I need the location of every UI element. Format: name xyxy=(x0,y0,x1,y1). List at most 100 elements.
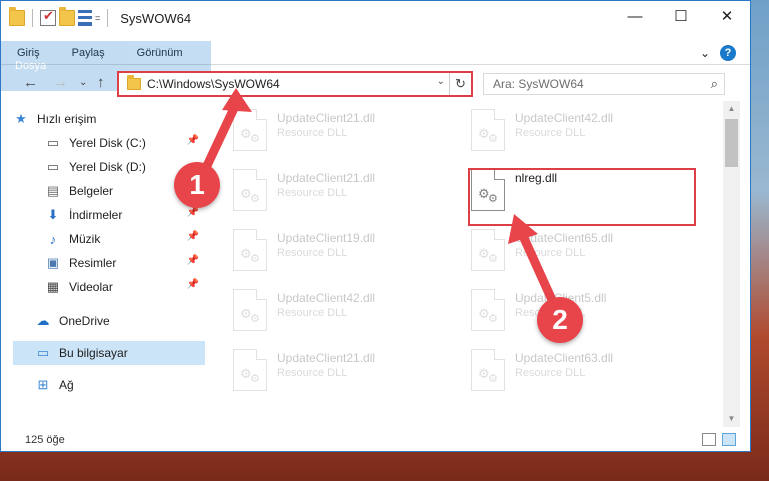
highlight-box-file xyxy=(468,168,696,226)
pin-icon[interactable]: 📌 xyxy=(187,135,199,146)
forward-button[interactable]: → xyxy=(53,74,68,91)
file-name: UpdateClient65.dll xyxy=(515,231,614,245)
pin-icon[interactable]: 📌 xyxy=(187,255,199,266)
list-item[interactable]: ⚙ ⚙ UpdateClient42.dll Resource DLL xyxy=(471,107,681,157)
new-folder-icon[interactable] xyxy=(59,7,75,26)
help-icon[interactable]: ? xyxy=(720,44,736,61)
file-name: UpdateClient19.dll xyxy=(277,231,376,245)
cloud-icon: ☁ xyxy=(36,313,50,328)
dll-file-icon: ⚙ ⚙ xyxy=(233,289,267,331)
status-bar: 125 öğe xyxy=(1,429,750,451)
sidebar-item-label: Videolar xyxy=(69,280,113,294)
file-name: UpdateClient21.dll xyxy=(277,351,376,365)
network-icon: ⊞ xyxy=(37,377,49,392)
file-name: UpdateClient42.dll xyxy=(277,291,376,305)
sidebar-item-label: Yerel Disk (C:) xyxy=(69,136,146,150)
sidebar-item-quick-access[interactable]: ★ Hızlı erişim xyxy=(13,107,217,131)
window-controls: — ☐ ✕ xyxy=(612,1,750,31)
computer-icon: ▭ xyxy=(36,345,50,360)
search-placeholder: Ara: SysWOW64 xyxy=(493,77,584,91)
sidebar-item-local-disk-c[interactable]: ▭ Yerel Disk (C:) 📌 xyxy=(1,131,205,155)
sidebar-item-this-pc[interactable]: ▭ Bu bilgisayar xyxy=(13,341,205,365)
list-item[interactable]: ⚙ ⚙ UpdateClient65.dll Resource DLL xyxy=(471,227,681,277)
pin-icon[interactable]: 📌 xyxy=(187,231,199,242)
folder-icon[interactable] xyxy=(9,7,25,26)
back-button[interactable]: ← xyxy=(23,74,38,91)
sidebar-item-downloads[interactable]: ⬇ İndirmeler 📌 xyxy=(1,203,205,227)
search-icon: ⌕ xyxy=(710,76,718,91)
sidebar-item-label: OneDrive xyxy=(59,314,110,328)
minimize-button[interactable]: — xyxy=(612,1,658,31)
drive-icon: ▭ xyxy=(46,159,60,174)
sidebar-item-label: Hızlı erişim xyxy=(37,112,97,126)
sidebar-item-local-disk-d[interactable]: ▭ Yerel Disk (D:) xyxy=(1,155,205,179)
address-bar[interactable]: C:\Windows\SysWOW64 ⌄ ↻ xyxy=(117,71,473,97)
list-item[interactable]: ⚙ ⚙ UpdateClient42.dll Resource DLL xyxy=(233,287,443,337)
customize-icon[interactable] xyxy=(78,10,92,26)
dll-file-icon: ⚙ ⚙ xyxy=(471,229,505,271)
explorer-window: = SysWOW64 — ☐ ✕ Dosya Giriş Paylaş Görü… xyxy=(0,0,751,452)
large-icons-view-icon[interactable] xyxy=(722,433,736,446)
drive-icon: ▭ xyxy=(46,135,60,150)
sidebar-item-label: Bu bilgisayar xyxy=(59,346,128,360)
dll-file-icon: ⚙ ⚙ xyxy=(233,109,267,151)
file-type: Resource DLL xyxy=(277,247,348,259)
sidebar-item-label: Yerel Disk (D:) xyxy=(69,160,146,174)
scroll-down-icon[interactable]: ▼ xyxy=(723,411,740,427)
file-name: UpdateClient63.dll xyxy=(515,351,614,365)
file-type: Resource DLL xyxy=(277,127,348,139)
ribbon-right: ⌄ ? xyxy=(700,41,750,64)
quick-access-toolbar: = xyxy=(1,1,112,35)
dll-file-icon: ⚙ ⚙ xyxy=(233,229,267,271)
vertical-scrollbar[interactable]: ▲ ▼ xyxy=(723,101,740,427)
sidebar-item-onedrive[interactable]: ☁ OneDrive xyxy=(1,309,205,333)
recent-locations-icon[interactable]: ⌄ xyxy=(79,77,87,88)
pin-icon[interactable]: 📌 xyxy=(187,279,199,290)
file-type: Resource DLL xyxy=(515,127,586,139)
list-item[interactable]: ⚙ ⚙ UpdateClient21.dll Resource DLL xyxy=(233,347,443,397)
search-input[interactable]: Ara: SysWOW64 ⌕ xyxy=(483,73,725,95)
file-type: Resource DLL xyxy=(277,367,348,379)
details-view-icon[interactable] xyxy=(702,433,716,446)
list-item[interactable]: ⚙ ⚙ UpdateClient19.dll Resource DLL xyxy=(233,227,443,277)
address-path: C:\Windows\SysWOW64 xyxy=(147,77,280,91)
title-bar: = SysWOW64 — ☐ ✕ xyxy=(1,1,750,35)
ribbon-tabs: Dosya Giriş Paylaş Görünüm ⌄ ? xyxy=(1,41,750,91)
view-buttons xyxy=(702,433,736,446)
scroll-up-icon[interactable]: ▲ xyxy=(723,101,740,117)
ribbon-expand-icon[interactable]: ⌄ xyxy=(700,46,710,60)
divider xyxy=(107,9,109,27)
documents-icon: ▤ xyxy=(46,183,60,198)
list-item[interactable]: ⚙ ⚙ UpdateClient21.dll Resource DLL xyxy=(233,167,443,217)
file-name: UpdateClient42.dll xyxy=(515,111,614,125)
scroll-thumb[interactable] xyxy=(725,119,738,167)
sidebar-item-pictures[interactable]: ▣ Resimler 📌 xyxy=(1,251,205,275)
divider xyxy=(32,9,33,27)
file-list: ⚙ ⚙ UpdateClient21.dll Resource DLL ⚙ ⚙ Upd… xyxy=(223,101,723,429)
callout-2: 2 xyxy=(537,297,583,343)
window-title: SysWOW64 xyxy=(120,10,192,26)
address-dropdown-icon[interactable]: ⌄ xyxy=(437,76,445,87)
file-type: Resource DLL xyxy=(515,367,586,379)
sidebar-item-label: Belgeler xyxy=(69,184,114,198)
list-item[interactable]: ⚙ ⚙ UpdateClient21.dll Resource DLL xyxy=(233,107,443,157)
maximize-button[interactable]: ☐ xyxy=(658,1,704,31)
file-type: Resource DLL xyxy=(277,187,348,199)
dll-file-icon: ⚙ ⚙ xyxy=(471,349,505,391)
list-item[interactable]: ⚙ ⚙ UpdateClient63.dll Resource DLL xyxy=(471,347,681,397)
sidebar-item-network[interactable]: ⊞ Ağ xyxy=(1,373,205,397)
music-icon: ♪ xyxy=(49,231,57,247)
star-icon: ★ xyxy=(15,111,27,126)
dll-file-icon: ⚙ ⚙ xyxy=(233,169,267,211)
sidebar-item-videos[interactable]: ▦ Videolar 📌 xyxy=(1,275,205,299)
qat-dropdown-icon[interactable]: = xyxy=(95,13,100,23)
video-icon: ▦ xyxy=(46,279,60,294)
dll-file-icon: ⚙ ⚙ xyxy=(471,109,505,151)
refresh-icon[interactable]: ↻ xyxy=(449,73,471,95)
pin-icon[interactable]: 📌 xyxy=(187,207,199,218)
sidebar-item-music[interactable]: ♪ Müzik 📌 xyxy=(1,227,205,251)
dll-file-icon: ⚙ ⚙ xyxy=(471,289,505,331)
up-button[interactable]: ↑ xyxy=(97,74,105,91)
properties-check-icon[interactable] xyxy=(40,8,56,26)
close-button[interactable]: ✕ xyxy=(704,1,750,31)
